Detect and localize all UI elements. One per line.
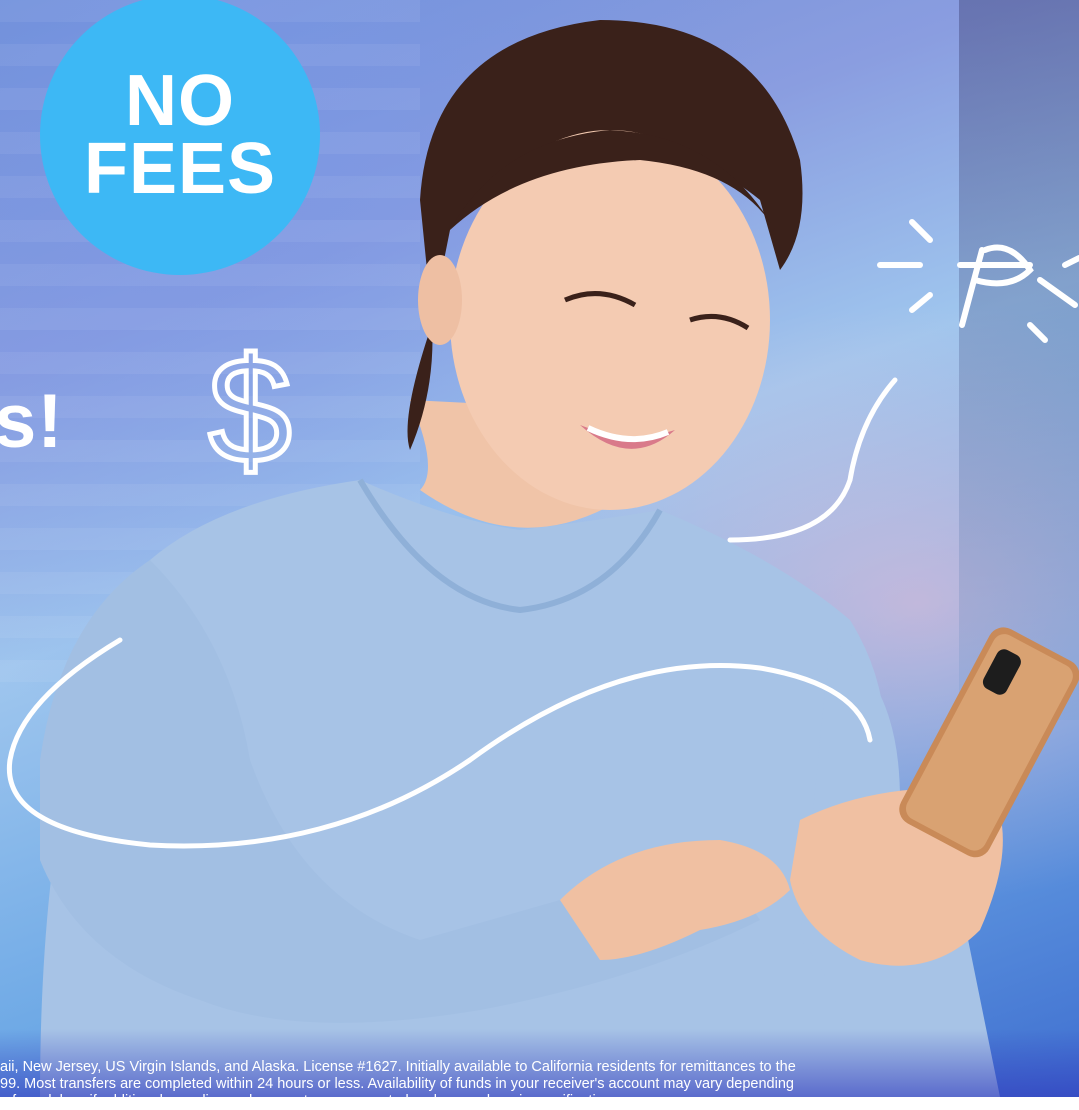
- badge-line-1: NO: [125, 61, 235, 141]
- sparkle-doodle-icon: [877, 219, 1079, 343]
- scribble-loop-icon: [6, 637, 873, 849]
- disclaimer-line-2: 99. Most transfers are completed within …: [0, 1076, 794, 1092]
- disclaimer-text: aii, New Jersey, US Virgin Islands, and …: [0, 1059, 1079, 1110]
- curve-doodle-icon: [727, 377, 898, 543]
- disclaimer-line-3: o face delays if additional compliance d…: [0, 1093, 616, 1109]
- badge-line-2: FEES: [83, 129, 277, 209]
- no-fees-badge: NO FEES: [40, 0, 320, 275]
- disclaimer-band: aii, New Jersey, US Virgin Islands, and …: [0, 1029, 1079, 1109]
- disclaimer-line-1: aii, New Jersey, US Virgin Islands, and …: [0, 1059, 796, 1075]
- headline-fragment: s!: [0, 379, 64, 464]
